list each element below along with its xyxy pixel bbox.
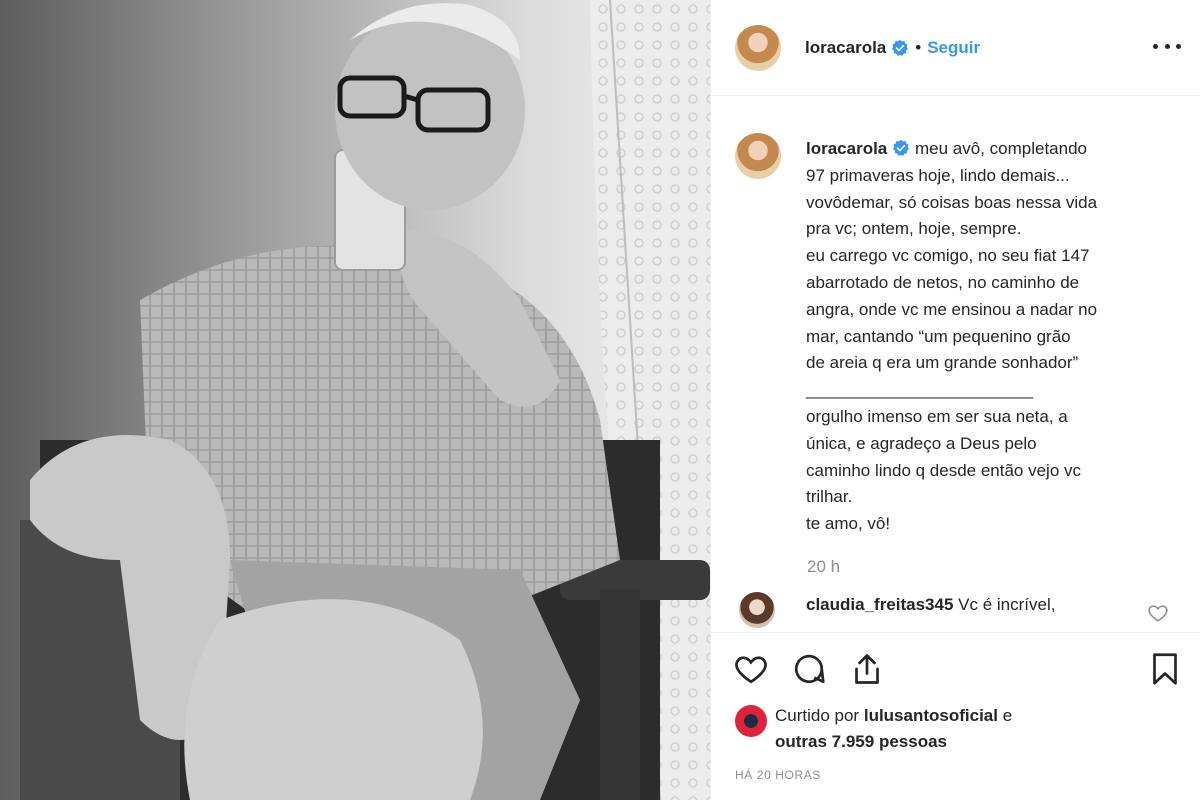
caption-author-avatar[interactable]: [735, 133, 781, 179]
caption-line: pra vc; ontem, hoje, sempre.: [806, 219, 1022, 239]
comment-bubble-icon[interactable]: [791, 651, 827, 687]
caption-line: caminho lindo q desde então vejo vc: [806, 460, 1082, 480]
heart-icon[interactable]: [733, 651, 769, 687]
caption-line: 97 primaveras hoje, lindo demais...: [806, 165, 1070, 185]
verified-badge-icon: [892, 39, 909, 56]
caption-line: mar, cantando “um pequenino grão: [806, 326, 1071, 346]
likes-count[interactable]: outras 7.959 pessoas: [775, 732, 947, 751]
post-date[interactable]: HÁ 20 HORAS: [735, 768, 821, 782]
caption-line-text: meu avô, completando: [915, 139, 1087, 158]
more-dot: [1164, 43, 1170, 49]
follow-button[interactable]: Seguir: [927, 38, 980, 58]
more-options-icon[interactable]: [1153, 36, 1181, 56]
caption-line: vovôdemar, só coisas boas nessa vida: [806, 192, 1098, 212]
liker-avatar[interactable]: [735, 705, 767, 737]
comment-item: claudia_freitas345 Vc é incrível,: [735, 592, 1175, 632]
post-details-panel: loracarola • Seguir loracarola meu avô, …: [710, 0, 1200, 800]
author-username[interactable]: loracarola: [805, 38, 886, 58]
caption-line: eu carrego vc comigo, no seu fiat 147: [806, 246, 1090, 266]
caption-line: ________________________: [806, 380, 1033, 400]
caption-line: trilhar.: [806, 487, 853, 507]
caption-line: orgulho imenso em ser sua neta, a: [806, 406, 1068, 426]
caption-line: abarrotado de netos, no caminho de: [806, 272, 1080, 292]
bookmark-icon[interactable]: [1147, 651, 1183, 687]
caption-line: de areia q era um grande sonhador”: [806, 353, 1079, 373]
post-header: loracarola • Seguir: [711, 0, 1200, 96]
post-actions: Curtido por lulusantosoficial e outras 7…: [711, 632, 1200, 800]
more-dot: [1153, 43, 1158, 49]
caption-line: te amo, vô!: [806, 514, 891, 534]
caption-line: angra, onde vc me ensinou a nadar no: [806, 299, 1098, 319]
likes-text: Curtido por lulusantosoficial e outras 7…: [775, 703, 1012, 755]
comment-body: Vc é incrível,: [958, 595, 1056, 614]
caption-line: loracarola meu avô, completando: [806, 136, 1176, 163]
likes-prefix: Curtido por: [775, 706, 860, 725]
comment-like-heart-icon[interactable]: [1147, 602, 1169, 624]
comments-scroll-area[interactable]: loracarola meu avô, completando 97 prima…: [711, 97, 1200, 632]
caption-text: loracarola meu avô, completando 97 prima…: [806, 136, 1176, 538]
more-dot: [1176, 43, 1181, 49]
caption-username[interactable]: loracarola: [806, 139, 887, 158]
share-icon[interactable]: [849, 651, 885, 687]
liker-username[interactable]: lulusantosoficial: [864, 706, 998, 725]
commenter-avatar[interactable]: [739, 592, 775, 628]
comment-text: claudia_freitas345 Vc é incrível,: [806, 595, 1055, 615]
separator-dot: •: [915, 37, 922, 57]
verified-badge-icon: [893, 139, 910, 156]
post-photo-illustration: [0, 0, 710, 800]
caption-timestamp[interactable]: 20 h: [807, 557, 840, 577]
caption-line: única, e agradeço a Deus pelo: [806, 433, 1037, 453]
post-photo[interactable]: [0, 0, 710, 800]
commenter-username[interactable]: claudia_freitas345: [806, 595, 953, 614]
likes-and: e: [1002, 706, 1013, 725]
author-avatar[interactable]: [735, 24, 781, 71]
